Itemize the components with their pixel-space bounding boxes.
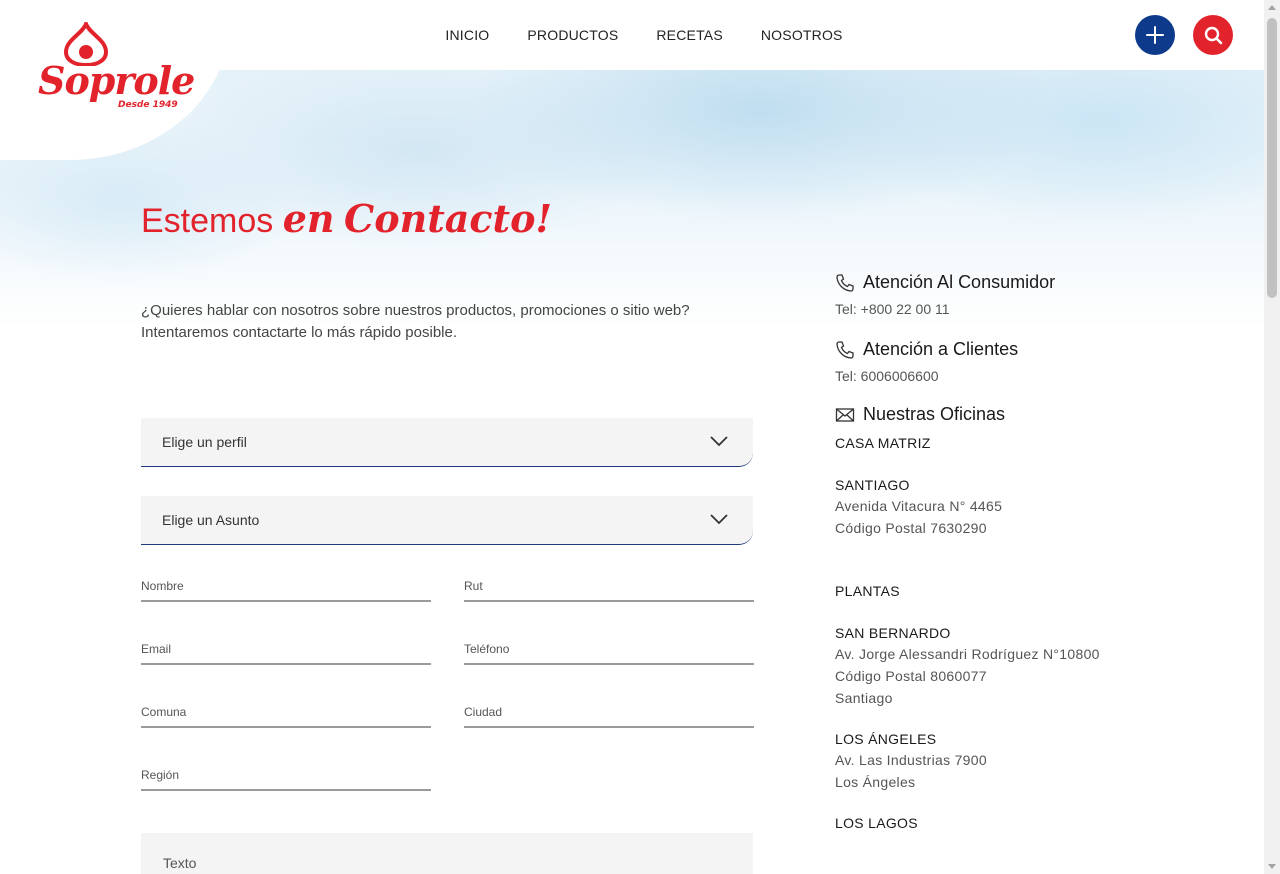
email-label: Email: [141, 642, 172, 656]
phone-icon: [836, 273, 854, 292]
main-content: Estemos en Contacto! ¿Quieres hablar con…: [0, 0, 1264, 874]
nav-item-nosotros[interactable]: NOSOTROS: [761, 27, 843, 43]
mail-icon: [835, 407, 855, 422]
consumer-phone[interactable]: Tel: +800 22 00 11: [835, 301, 1235, 317]
comuna-field[interactable]: Comuna: [141, 698, 431, 728]
ciudad-field[interactable]: Ciudad: [464, 698, 754, 728]
santiago-postal: Código Postal 7630290: [835, 520, 987, 536]
contact-sidebar: Atención Al Consumidor Tel: +800 22 00 1…: [835, 272, 1235, 831]
main-nav: INICIO PRODUCTOS RECETAS NOSOTROS: [0, 0, 1264, 70]
los-lagos-title: LOS LAGOS: [835, 815, 918, 831]
subject-select[interactable]: Elige un Asunto: [141, 496, 753, 545]
clients-phone[interactable]: Tel: 6006006600: [835, 368, 1235, 384]
nav-item-inicio[interactable]: INICIO: [445, 27, 489, 43]
profile-select[interactable]: Elige un perfil: [141, 418, 753, 467]
chevron-down-icon: [710, 436, 728, 447]
plantas-title: PLANTAS: [835, 583, 900, 599]
profile-select-label: Elige un perfil: [162, 434, 247, 450]
title-part-contacto: Contacto!: [343, 196, 553, 241]
page-scrollbar[interactable]: [1264, 0, 1280, 874]
texto-label: Texto: [163, 855, 197, 871]
santiago-address: Avenida Vitacura N° 4465: [835, 498, 1003, 514]
subject-select-label: Elige un Asunto: [162, 512, 260, 528]
los-angeles-address: Av. Las Industrias 7900: [835, 752, 987, 768]
phone-icon: [836, 340, 854, 359]
san-bernardo-address: Av. Jorge Alessandri Rodríguez N°10800: [835, 646, 1100, 662]
page-title: Estemos en Contacto!: [141, 196, 552, 241]
nombre-field[interactable]: Nombre: [141, 572, 431, 602]
scrollbar-thumb[interactable]: [1267, 18, 1277, 298]
offices-heading-label: Nuestras Oficinas: [863, 404, 1006, 424]
los-angeles-city: Los Ángeles: [835, 774, 916, 790]
casa-matriz-title: CASA MATRIZ: [835, 435, 931, 451]
intro-line-2: Intentaremos contactarte lo más rápido p…: [141, 324, 458, 341]
nombre-label: Nombre: [141, 579, 184, 593]
region-field[interactable]: Región: [141, 761, 431, 791]
san-bernardo-title: SAN BERNARDO: [835, 625, 951, 641]
comuna-label: Comuna: [141, 705, 187, 719]
scroll-down-arrow-icon[interactable]: [1268, 864, 1276, 869]
texto-textarea[interactable]: Texto: [141, 833, 753, 874]
clients-heading: Atención a Clientes: [835, 339, 1235, 360]
ciudad-label: Ciudad: [464, 705, 503, 719]
plus-icon: [1146, 26, 1164, 44]
consumer-heading-label: Atención Al Consumidor: [863, 272, 1056, 292]
region-label: Región: [141, 768, 180, 782]
title-part-en: en: [282, 196, 335, 241]
offices-heading: Nuestras Oficinas: [835, 404, 1235, 425]
intro-line-1: ¿Quieres hablar con nosotros sobre nuest…: [141, 302, 690, 319]
consumer-heading: Atención Al Consumidor: [835, 272, 1235, 293]
scroll-up-arrow-icon[interactable]: [1268, 5, 1276, 10]
rut-label: Rut: [464, 579, 483, 593]
nav-item-recetas[interactable]: RECETAS: [656, 27, 723, 43]
nav-item-productos[interactable]: PRODUCTOS: [527, 27, 618, 43]
telefono-field[interactable]: Teléfono: [464, 635, 754, 665]
search-button[interactable]: [1193, 15, 1233, 55]
clients-heading-label: Atención a Clientes: [863, 339, 1019, 359]
san-bernardo-city: Santiago: [835, 690, 893, 706]
title-part-estemos: Estemos: [141, 202, 274, 240]
san-bernardo-postal: Código Postal 8060077: [835, 668, 987, 684]
intro-text: ¿Quieres hablar con nosotros sobre nuest…: [141, 300, 781, 344]
los-angeles-title: LOS ÁNGELES: [835, 731, 937, 747]
plus-button[interactable]: [1135, 15, 1175, 55]
email-field[interactable]: Email: [141, 635, 431, 665]
telefono-label: Teléfono: [464, 642, 510, 656]
chevron-down-icon: [710, 514, 728, 525]
logo-tagline: Desde 1949: [118, 100, 178, 110]
santiago-title: SANTIAGO: [835, 477, 910, 493]
rut-field[interactable]: Rut: [464, 572, 754, 602]
search-icon: [1204, 26, 1223, 45]
